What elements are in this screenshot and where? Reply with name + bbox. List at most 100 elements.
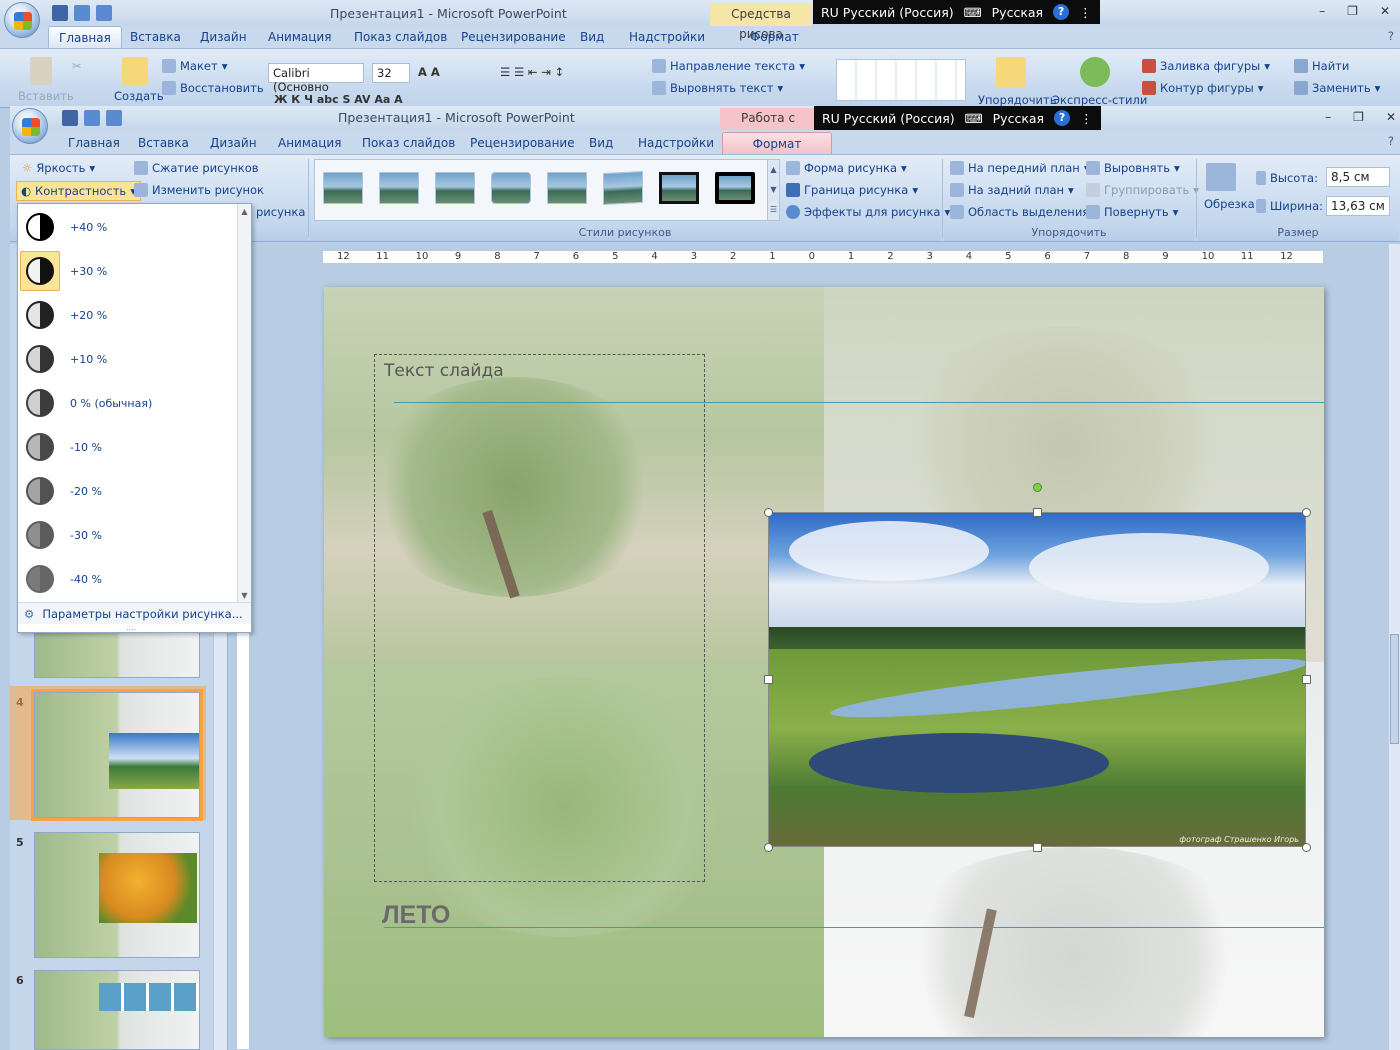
picture-style-6[interactable] (603, 170, 643, 206)
selection-pane-button[interactable]: Область выделения (950, 205, 1089, 219)
help-circle-icon[interactable]: ? (1388, 134, 1394, 148)
contrast-option[interactable]: +20 % (20, 294, 238, 336)
placeholder-text[interactable]: Текст слайда (384, 361, 504, 381)
height-field[interactable]: 8,5 см (1326, 167, 1390, 187)
send-back-button[interactable]: На задний план ▾ (950, 183, 1074, 197)
tab-addins[interactable]: Надстройки (638, 132, 714, 154)
shape-outline-button[interactable]: Контур фигуры ▾ (1142, 81, 1264, 95)
brightness-button[interactable]: ☼ Яркость ▾ (22, 161, 95, 175)
slide-thumb-5[interactable] (34, 832, 200, 958)
back-context-tab[interactable]: Средства рисова (710, 4, 812, 41)
resize-handle-r[interactable] (1302, 675, 1311, 684)
contrast-option[interactable]: -10 % (20, 426, 238, 468)
back-tab-addins[interactable]: Надстройки (629, 26, 705, 48)
back-tab-review[interactable]: Рецензирование (461, 26, 566, 48)
font-size-field[interactable]: 32 (372, 63, 410, 83)
keyboard-label[interactable]: Русская (993, 111, 1044, 126)
gallery-scroll[interactable]: ▲ ▼ ☰ (767, 160, 779, 220)
text-direction-button[interactable]: Направление текста ▾ (652, 59, 805, 73)
minimize-icon[interactable]: – (1325, 110, 1331, 124)
back-tab-format[interactable]: Формат (750, 26, 799, 48)
tab-format[interactable]: Формат (722, 132, 832, 154)
find-button[interactable]: Найти (1294, 59, 1349, 73)
align-text-button[interactable]: Выровнять текст ▾ (652, 81, 783, 95)
help-icon[interactable]: ? (1054, 110, 1071, 126)
slide-thumb-4[interactable] (31, 689, 203, 821)
rotate-handle[interactable] (1033, 483, 1042, 492)
picture-settings-label[interactable]: Параметры настройки рисунка... (42, 607, 242, 621)
reset-picture-button[interactable]: рисунка (256, 205, 305, 219)
picture-style-2[interactable] (379, 172, 419, 204)
text-placeholder[interactable]: Текст слайда (374, 354, 705, 882)
resize-handle-br[interactable] (1302, 843, 1311, 852)
save-icon[interactable] (62, 110, 78, 126)
main-vertical-scrollbar[interactable] (1388, 244, 1400, 1050)
contrast-option[interactable]: -20 % (20, 470, 238, 512)
front-context-tab[interactable]: Работа с рисунк (720, 108, 816, 145)
contrast-option[interactable]: +40 % (20, 206, 238, 248)
font-name-field[interactable]: Calibri (Основно (268, 63, 364, 94)
minimize-icon[interactable]: – (1319, 4, 1325, 18)
contrast-button[interactable]: ◐Контрастность ▾ (16, 181, 141, 201)
compress-button[interactable]: Сжатие рисунков (134, 161, 259, 175)
save-icon[interactable] (52, 5, 68, 21)
keyboard-label[interactable]: Русская (992, 5, 1043, 20)
tab-animation[interactable]: Анимация (278, 132, 341, 154)
paste-button[interactable]: Вставить (18, 89, 74, 103)
office-button[interactable] (12, 108, 48, 144)
back-language-bar[interactable]: RU Русский (Россия) ⌨ Русская ? ⋮ (813, 0, 1100, 24)
dropdown-scrollbar[interactable]: ▲ ▼ (237, 204, 251, 602)
resize-handle-b[interactable] (1033, 843, 1042, 852)
maximize-icon[interactable]: ❐ (1347, 4, 1358, 18)
resize-handle-l[interactable] (764, 675, 773, 684)
bullets-icon[interactable]: ☰ ☰ ⇤ ⇥ ↕ (500, 65, 564, 79)
cut-icon[interactable]: ✂ (72, 59, 82, 73)
resize-handle-tr[interactable] (1302, 508, 1311, 517)
resize-grip-icon[interactable]: .... (126, 623, 136, 632)
close-icon[interactable]: ✕ (1386, 110, 1396, 124)
contrast-option[interactable]: +10 % (20, 338, 238, 380)
redo-icon[interactable] (96, 5, 112, 21)
scroll-thumb[interactable] (1390, 634, 1399, 744)
grow-font-icon[interactable]: A A (418, 65, 440, 79)
new-slide-button[interactable]: Создать (114, 89, 164, 103)
landscape-photo[interactable]: фотограф Страшенко Игорь (768, 512, 1306, 847)
picture-effects-button[interactable]: Эффекты для рисунка ▾ (786, 205, 950, 219)
slide-canvas[interactable]: Текст слайда ЛЕТО фотограф Страшенко Иго… (324, 287, 1324, 1037)
help-icon[interactable]: ? (1053, 4, 1070, 20)
picture-styles-gallery[interactable]: ▲ ▼ ☰ (314, 159, 780, 221)
group-button[interactable]: Группировать ▾ (1086, 183, 1199, 197)
resize-handle-tl[interactable] (764, 508, 773, 517)
shape-fill-button[interactable]: Заливка фигуры ▾ (1142, 59, 1270, 73)
resize-handle-t[interactable] (1033, 508, 1042, 517)
maximize-icon[interactable]: ❐ (1353, 110, 1364, 124)
back-tab-insert[interactable]: Вставка (130, 26, 181, 48)
redo-icon[interactable] (106, 110, 122, 126)
back-tab-design[interactable]: Дизайн (200, 26, 247, 48)
langbar-menu-icon[interactable]: ⋮ (1080, 111, 1093, 126)
picture-style-7[interactable] (659, 172, 699, 204)
tab-insert[interactable]: Вставка (138, 132, 189, 154)
bold-icon[interactable]: Ж К Ч abc S AV Aa A (274, 93, 403, 106)
lang-label[interactable]: RU Русский (Россия) (822, 111, 955, 126)
picture-border-button[interactable]: Граница рисунка ▾ (786, 183, 918, 197)
crop-button[interactable]: Обрезка (1204, 197, 1255, 211)
undo-icon[interactable] (84, 110, 100, 126)
picture-settings-button[interactable]: ⚙ Параметры настройки рисунка... (18, 602, 251, 624)
lang-label[interactable]: RU Русский (Россия) (821, 5, 954, 20)
picture-style-5[interactable] (547, 172, 587, 204)
shapes-gallery[interactable] (836, 59, 966, 101)
change-picture-button[interactable]: Изменить рисунок (134, 183, 264, 197)
tab-home[interactable]: Главная (68, 132, 120, 154)
contrast-option[interactable]: -40 % (20, 558, 238, 600)
picture-style-3[interactable] (435, 172, 475, 204)
picture-style-1[interactable] (323, 172, 363, 204)
back-tab-view[interactable]: Вид (580, 26, 604, 48)
office-button[interactable] (4, 2, 40, 38)
back-tab-animation[interactable]: Анимация (268, 26, 331, 48)
contrast-option[interactable]: -30 % (20, 514, 238, 556)
contrast-option[interactable]: +30 % (20, 250, 238, 292)
layout-button[interactable]: Макет ▾ (162, 59, 227, 73)
rotate-button[interactable]: Повернуть ▾ (1086, 205, 1178, 219)
picture-shape-button[interactable]: Форма рисунка ▾ (786, 161, 907, 175)
